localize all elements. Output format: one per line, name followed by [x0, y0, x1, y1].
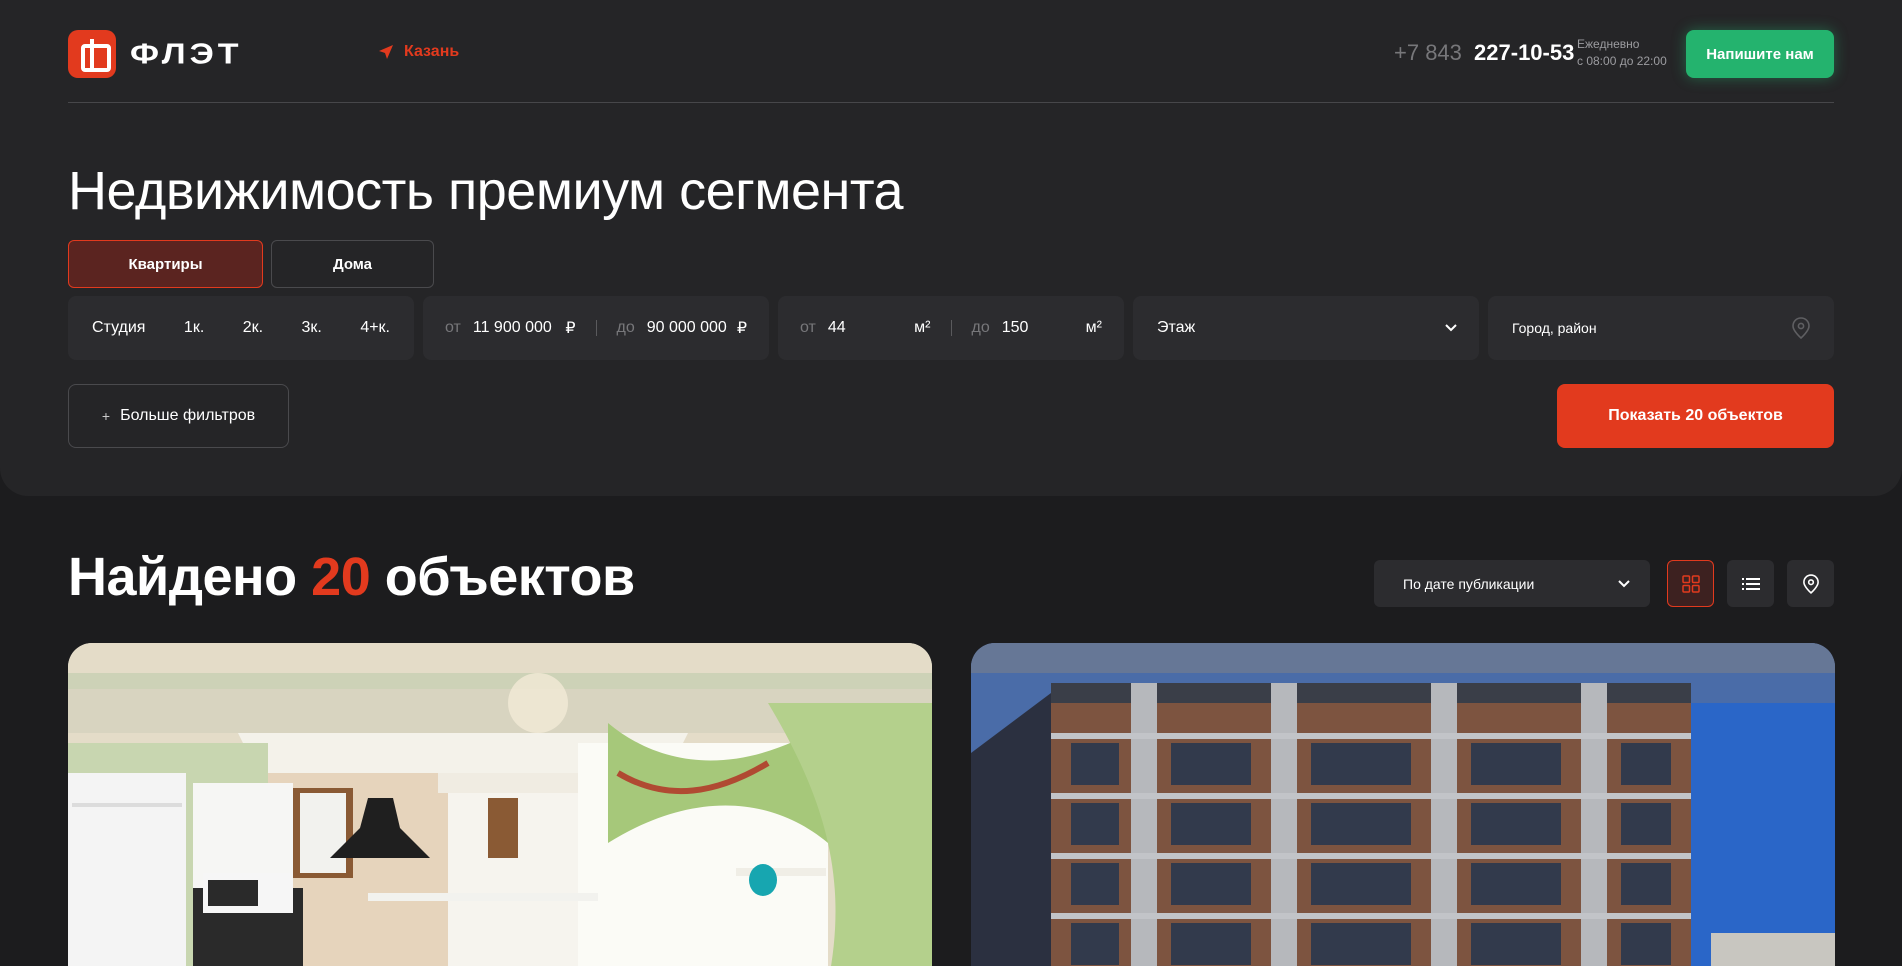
map-view-button[interactable]	[1787, 560, 1834, 607]
room-option-2[interactable]: 2к.	[243, 319, 263, 337]
results-title-prefix: Найдено	[68, 547, 297, 607]
area-to-label: до	[971, 319, 990, 336]
more-filters-label: Больше фильтров	[120, 407, 256, 424]
phone-link[interactable]: +7 843 227-10-53	[1394, 40, 1574, 66]
working-hours: Ежедневно с 08:00 до 22:00	[1577, 36, 1667, 70]
area-divider	[950, 320, 952, 336]
grid-view-button[interactable]	[1667, 560, 1714, 607]
location-arrow-icon	[379, 45, 393, 59]
room-option-3[interactable]: 3к.	[302, 319, 322, 337]
list-icon	[1741, 577, 1760, 590]
area-from-field[interactable]: от 44 м²	[800, 319, 931, 337]
map-pin-icon	[1792, 317, 1810, 339]
area-to-value: 150	[1001, 319, 1029, 336]
show-results-button[interactable]: Показать 20 объектов	[1557, 384, 1834, 448]
logo[interactable]: ФЛЭТ	[68, 30, 243, 78]
area-from-label: от	[800, 319, 816, 336]
room-option-4plus[interactable]: 4+к.	[360, 319, 390, 337]
price-divider	[595, 320, 597, 336]
rooms-filter: Студия 1к. 2к. 3к. 4+к.	[68, 296, 414, 360]
sort-value: По дате публикации	[1403, 575, 1535, 592]
area-to-unit: м²	[1085, 319, 1102, 336]
grid-icon	[1681, 574, 1700, 593]
listing-card[interactable]	[971, 643, 1835, 966]
page-title: Недвижимость премиум сегмента	[68, 161, 904, 221]
price-from-currency: ₽	[565, 320, 576, 337]
tab-houses[interactable]: Дома	[271, 240, 434, 288]
price-from-field[interactable]: от 11 900 000 ₽	[445, 318, 576, 338]
room-option-studio[interactable]: Студия	[92, 319, 145, 337]
logo-mark-icon	[68, 30, 116, 78]
logo-text: ФЛЭТ	[130, 37, 243, 70]
price-from-value: 11 900 000	[472, 319, 552, 336]
floor-select[interactable]: Этаж	[1133, 296, 1479, 360]
city-label: Казань	[404, 43, 460, 60]
area-filter: от 44 м² до 150 м²	[778, 296, 1124, 360]
map-pin-icon	[1802, 573, 1819, 594]
price-from-label: от	[445, 319, 461, 336]
plus-icon: +	[101, 408, 111, 424]
hours-line-1: Ежедневно	[1577, 37, 1640, 51]
write-us-button[interactable]: Напишите нам	[1686, 30, 1834, 78]
listing-photo-building	[971, 643, 1835, 966]
hero-panel: ФЛЭТ Казань +7 843 227-10-53 Ежедневно с…	[0, 0, 1902, 496]
price-to-currency: ₽	[736, 320, 747, 337]
sort-select[interactable]: По дате публикации	[1374, 560, 1650, 607]
chevron-down-icon	[1618, 579, 1630, 587]
results-title-suffix: объектов	[384, 547, 635, 607]
city-selector[interactable]: Казань	[378, 43, 459, 61]
hours-line-2: с 08:00 до 22:00	[1577, 54, 1667, 68]
area-to-field[interactable]: до 150 м²	[972, 319, 1103, 337]
more-filters-button[interactable]: + Больше фильтров	[68, 384, 289, 448]
price-filter: от 11 900 000 ₽ до 90 000 000 ₽	[423, 296, 769, 360]
results-count: 20	[311, 547, 371, 607]
price-to-value: 90 000 000	[646, 319, 727, 336]
phone-number: 227-10-53	[1474, 40, 1575, 65]
site-header: ФЛЭТ Казань +7 843 227-10-53 Ежедневно с…	[68, 0, 1834, 103]
listing-photo-kitchen	[68, 643, 932, 966]
list-view-button[interactable]	[1727, 560, 1774, 607]
chevron-down-icon	[1445, 324, 1457, 332]
price-to-field[interactable]: до 90 000 000 ₽	[617, 318, 748, 338]
tab-flats[interactable]: Квартиры	[68, 240, 263, 288]
area-from-unit: м²	[914, 319, 931, 336]
area-from-value: 44	[827, 319, 846, 336]
location-input[interactable]: Город, район	[1488, 296, 1834, 360]
floor-placeholder: Этаж	[1157, 319, 1196, 336]
listing-card[interactable]	[68, 643, 932, 966]
location-placeholder: Город, район	[1512, 320, 1597, 336]
price-to-label: до	[616, 319, 635, 336]
results-title: Найдено 20 объектов	[68, 546, 635, 608]
room-option-1[interactable]: 1к.	[184, 319, 204, 337]
phone-prefix: +7 843	[1394, 40, 1462, 65]
